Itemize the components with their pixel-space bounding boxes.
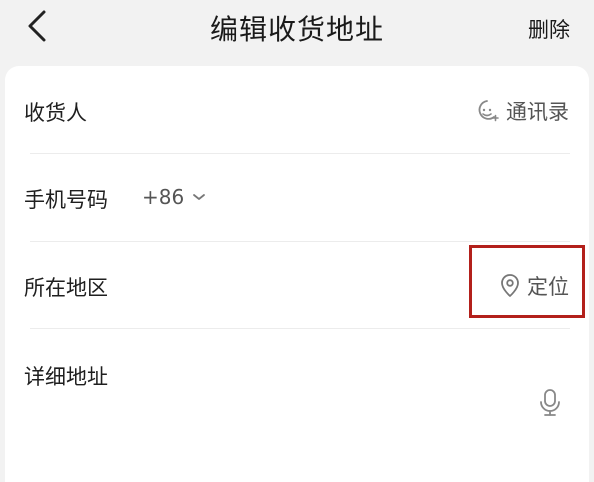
region-row[interactable]: 所在地区 定位 [5,242,589,330]
page-title: 编辑收货地址 [209,13,384,46]
country-code-value: +86 [142,185,185,209]
contacts-label: 通讯录 [506,100,569,124]
header: 编辑收货地址 删除 [0,0,594,60]
location-pin-icon [499,273,521,299]
delete-button[interactable]: 删除 [528,14,570,44]
address-row[interactable]: 详细地址 [5,329,589,482]
locate-label: 定位 [527,275,569,299]
microphone-icon [539,389,561,422]
contacts-icon [474,98,500,124]
locate-button[interactable]: 定位 [499,271,569,301]
country-code-selector[interactable]: +86 [142,185,206,209]
recipient-row[interactable]: 收货人 通讯录 [5,66,589,154]
region-label: 所在地区 [24,276,108,300]
phone-label: 手机号码 [24,188,108,212]
recipient-label: 收货人 [24,101,87,125]
contacts-button[interactable]: 通讯录 [474,96,569,126]
edit-address-page: 编辑收货地址 删除 收货人 通讯录 手机号码 +86 所在地区 定位 详细地址 [0,0,594,482]
voice-input-button[interactable] [539,388,561,422]
address-form-card: 收货人 通讯录 手机号码 +86 所在地区 定位 详细地址 [5,66,589,482]
address-label: 详细地址 [24,365,108,389]
phone-row[interactable]: 手机号码 +86 [5,154,589,242]
chevron-down-icon [192,192,206,202]
